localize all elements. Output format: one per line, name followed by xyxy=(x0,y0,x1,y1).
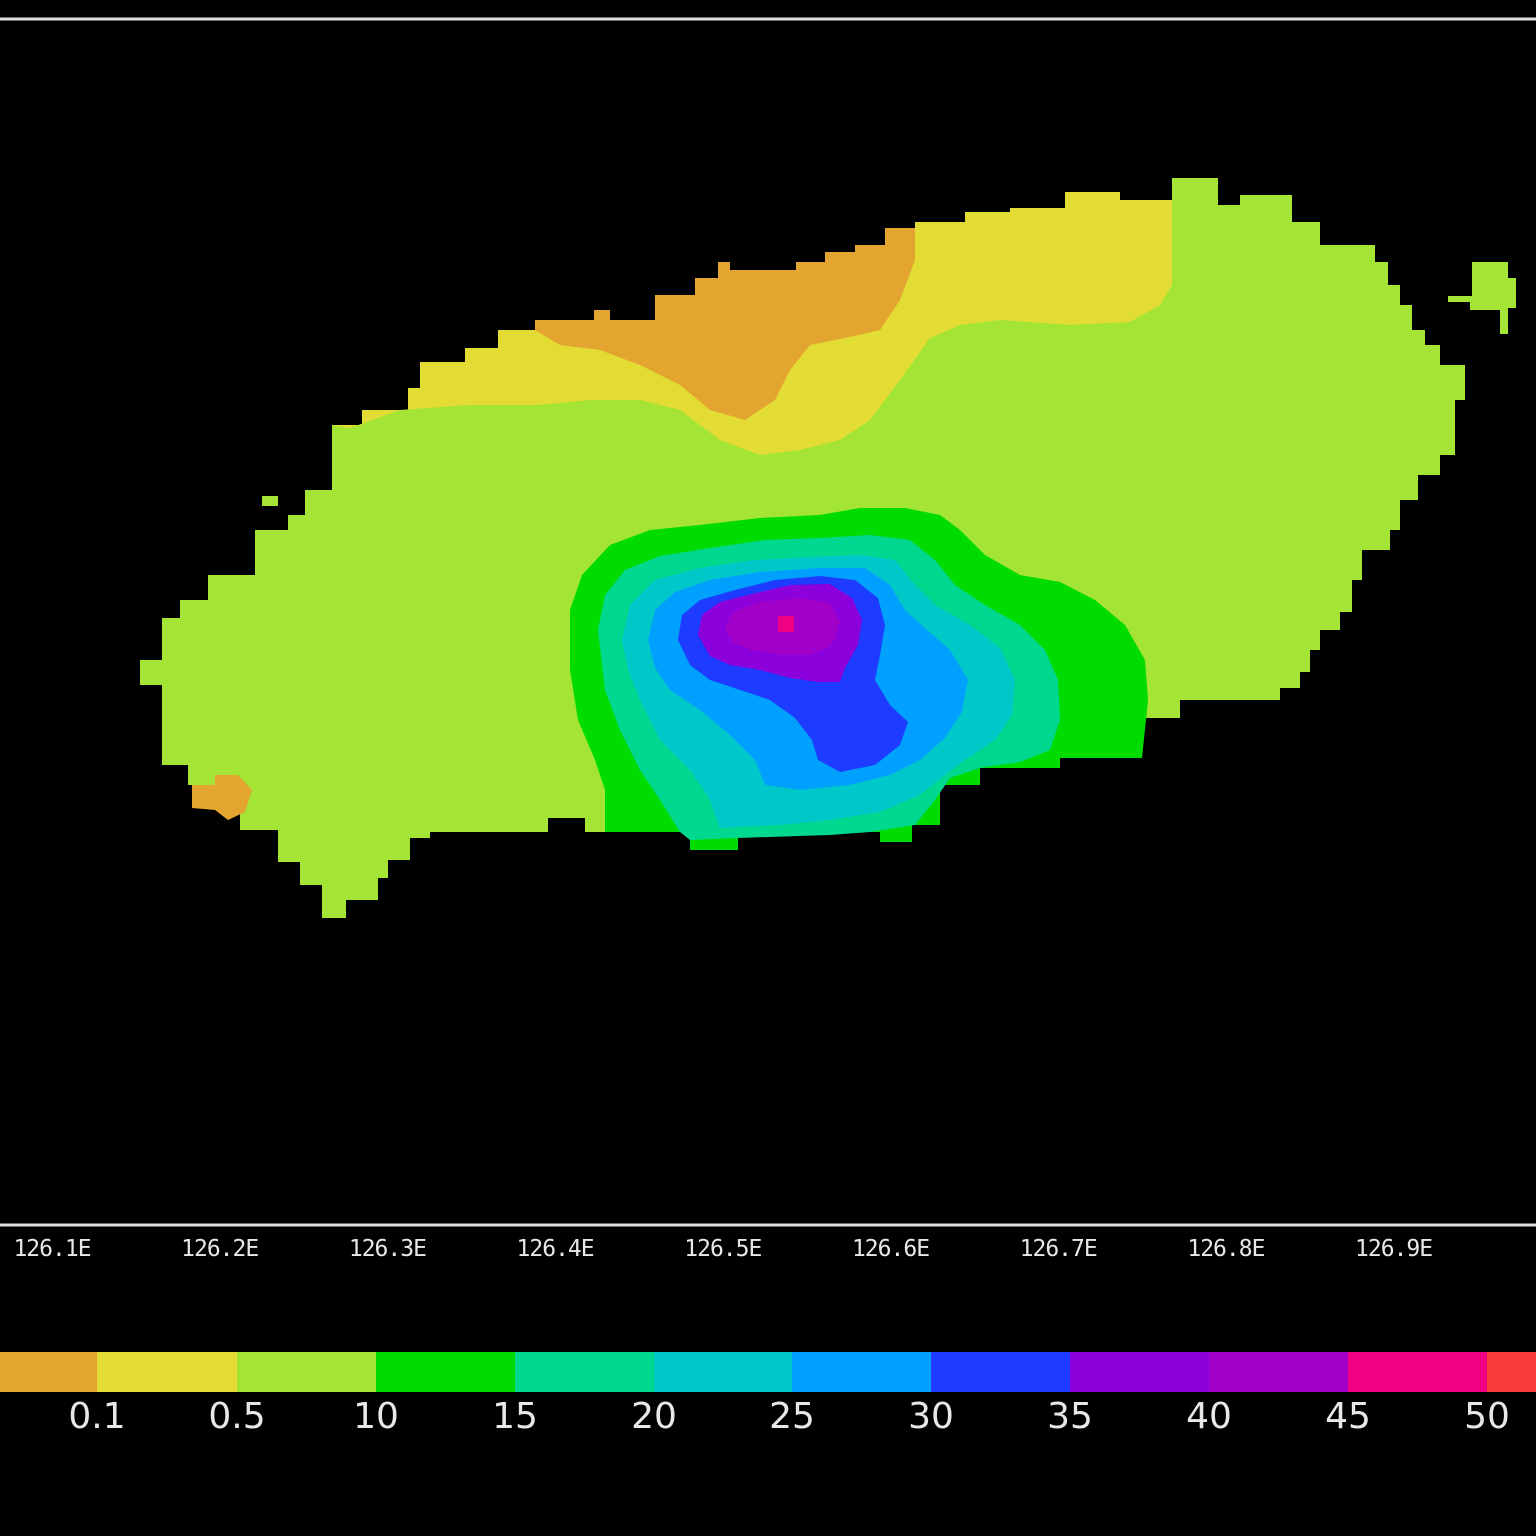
colorbar-swatch xyxy=(1070,1352,1209,1392)
precipitation-map xyxy=(0,0,1536,1536)
colorbar-label: 45 xyxy=(1325,1396,1371,1437)
colorbar-label: 10 xyxy=(353,1396,399,1437)
x-tick-label: 126.8E xyxy=(1187,1236,1265,1262)
colorbar-label: 0.5 xyxy=(208,1396,266,1437)
colorbar-swatch xyxy=(515,1352,654,1392)
colorbar-swatch xyxy=(376,1352,515,1392)
colorbar-label: 25 xyxy=(769,1396,815,1437)
colorbar-swatch xyxy=(792,1352,931,1392)
colorbar-label: 35 xyxy=(1047,1396,1093,1437)
x-tick-label: 126.4E xyxy=(516,1236,595,1262)
colorbar-swatch xyxy=(1487,1352,1536,1392)
x-tick-label: 126.3E xyxy=(348,1236,427,1262)
x-tick-label: 126.2E xyxy=(181,1236,259,1262)
colorbar-swatch xyxy=(1348,1352,1487,1392)
colorbar-label: 0.1 xyxy=(68,1396,126,1437)
colorbar-swatch xyxy=(237,1352,376,1392)
colorbar-swatch xyxy=(0,1352,97,1392)
colorbar-label: 40 xyxy=(1186,1396,1232,1437)
islet-west xyxy=(262,496,278,506)
x-tick-label: 126.6E xyxy=(851,1236,930,1262)
colorbar-label: 15 xyxy=(492,1396,538,1437)
colorbar-label: 30 xyxy=(908,1396,954,1437)
colorbar-swatch xyxy=(1209,1352,1348,1392)
x-tick-label: 126.1E xyxy=(13,1236,91,1262)
colorbar-label: 50 xyxy=(1464,1396,1510,1437)
colorbar-label: 20 xyxy=(631,1396,677,1437)
colorbar-swatch xyxy=(97,1352,237,1392)
region-peak xyxy=(778,616,794,632)
x-tick-label: 126.7E xyxy=(1019,1236,1098,1262)
x-tick-label: 126.5E xyxy=(684,1236,762,1262)
colorbar-swatch xyxy=(654,1352,792,1392)
x-tick-label: 126.9E xyxy=(1355,1236,1433,1262)
colorbar-swatch xyxy=(931,1352,1070,1392)
